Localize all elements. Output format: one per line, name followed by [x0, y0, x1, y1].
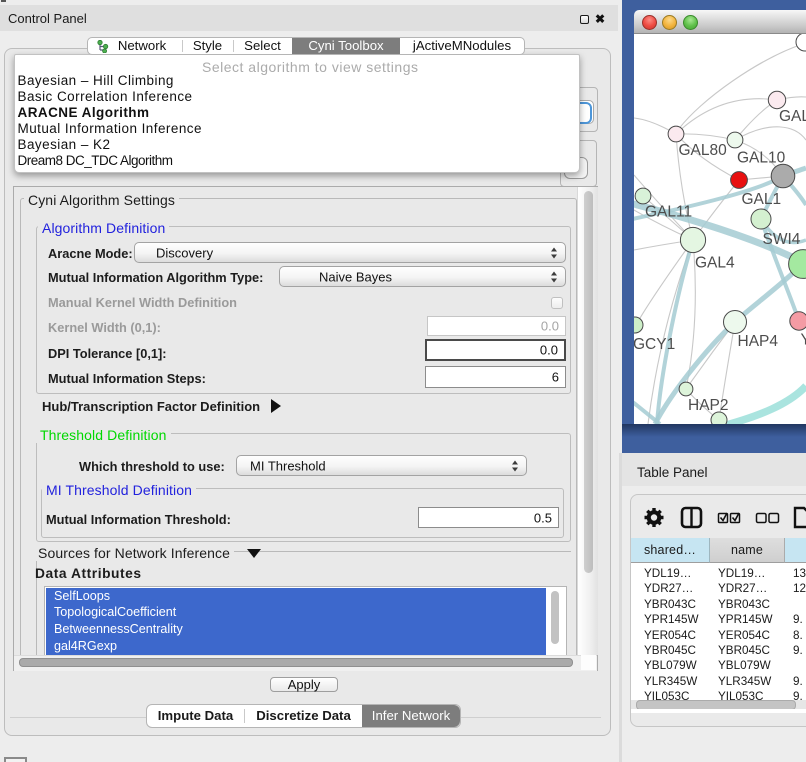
svg-text:GAL4: GAL4 [695, 255, 735, 272]
svg-text:GAL11: GAL11 [645, 204, 692, 221]
svg-text:GAL80: GAL80 [679, 142, 728, 159]
svg-text:GCY1: GCY1 [634, 336, 675, 353]
svg-text:HAP4: HAP4 [738, 333, 779, 350]
svg-text:HAP2: HAP2 [688, 397, 729, 414]
svg-text:GAL10: GAL10 [737, 150, 786, 167]
svg-text:Y: Y [801, 332, 806, 349]
svg-text:GAL2: GAL2 [779, 108, 806, 125]
svg-text:GAL1: GAL1 [742, 191, 782, 208]
svg-text:SWI4: SWI4 [763, 231, 801, 248]
